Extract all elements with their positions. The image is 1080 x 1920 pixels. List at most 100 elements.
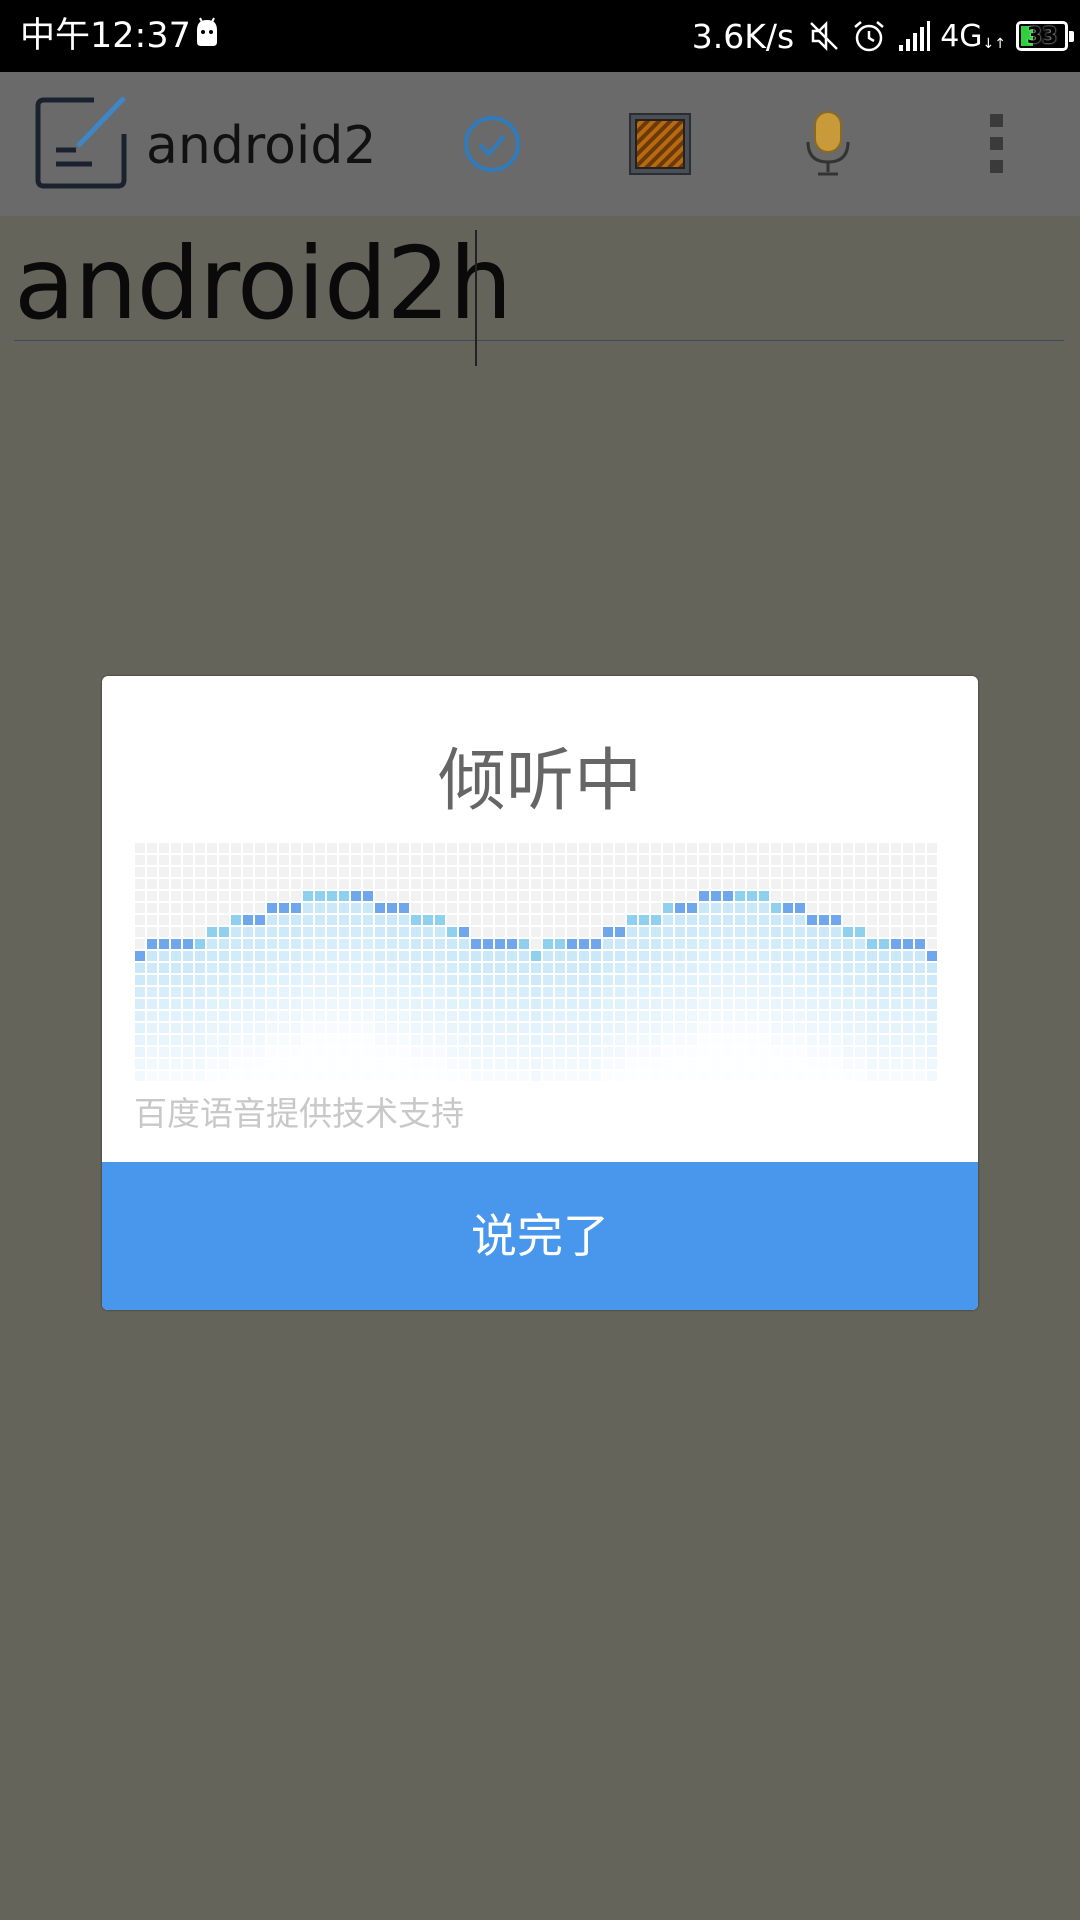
wave-cell: [159, 1059, 169, 1069]
wave-cell: [159, 1011, 169, 1021]
wave-cell: [759, 975, 769, 985]
wave-cell: [219, 1011, 229, 1021]
wave-cell: [255, 1047, 265, 1057]
wave-cell: [315, 855, 325, 865]
wave-cell: [543, 951, 553, 961]
wave-cell: [579, 1023, 589, 1033]
wave-cell: [567, 1023, 577, 1033]
microphone-icon[interactable]: [792, 108, 864, 180]
wave-cell: [567, 915, 577, 925]
wave-cell: [207, 963, 217, 973]
wave-cell: [759, 915, 769, 925]
wave-cell: [507, 867, 517, 877]
wave-cell: [639, 987, 649, 997]
wave-cell: [423, 1047, 433, 1057]
wave-cell: [663, 963, 673, 973]
wave-cell: [411, 1035, 421, 1045]
wave-cell: [435, 915, 445, 925]
wave-cell: [207, 915, 217, 925]
wave-cell: [135, 891, 145, 901]
wave-cell: [543, 867, 553, 877]
crate-icon[interactable]: [624, 108, 696, 180]
wave-cell: [411, 1047, 421, 1057]
wave-cell: [855, 963, 865, 973]
wave-cell: [339, 1035, 349, 1045]
wave-cell: [711, 1059, 721, 1069]
wave-cell: [195, 1011, 205, 1021]
wave-cell: [147, 951, 157, 961]
wave-cell: [831, 939, 841, 949]
wave-cell: [423, 1035, 433, 1045]
wave-cell: [495, 915, 505, 925]
wave-cell: [603, 879, 613, 889]
wave-cell: [819, 1059, 829, 1069]
wave-cell: [687, 927, 697, 937]
wave-cell: [207, 939, 217, 949]
wave-cell: [699, 963, 709, 973]
wave-cell: [723, 1059, 733, 1069]
wave-cell: [183, 1035, 193, 1045]
wave-cell: [159, 1023, 169, 1033]
wave-cell: [687, 999, 697, 1009]
wave-cell: [759, 999, 769, 1009]
wave-cell: [363, 1035, 373, 1045]
wave-cell: [255, 987, 265, 997]
wave-cell: [363, 987, 373, 997]
wave-cell: [507, 1023, 517, 1033]
wave-cell: [555, 1059, 565, 1069]
wave-cell: [435, 867, 445, 877]
wave-cell: [639, 903, 649, 913]
wave-cell: [183, 963, 193, 973]
text-input[interactable]: android2h: [14, 226, 1064, 342]
wave-cell: [171, 1071, 181, 1081]
wave-cell: [195, 939, 205, 949]
wave-cell: [663, 843, 673, 853]
wave-cell: [687, 939, 697, 949]
wave-cell: [819, 1071, 829, 1081]
wave-cell: [315, 915, 325, 925]
wave-cell: [279, 903, 289, 913]
wave-cell: [735, 843, 745, 853]
wave-cell: [699, 915, 709, 925]
wave-cell: [195, 987, 205, 997]
wave-cell: [435, 999, 445, 1009]
wave-cell: [219, 891, 229, 901]
wave-cell: [879, 1059, 889, 1069]
wave-cell: [915, 963, 925, 973]
wave-cell: [927, 951, 937, 961]
wave-cell: [675, 1059, 685, 1069]
wave-cell: [231, 891, 241, 901]
wave-cell: [591, 963, 601, 973]
wave-cell: [207, 1023, 217, 1033]
wave-cell: [507, 1059, 517, 1069]
wave-cell: [819, 987, 829, 997]
wave-cell: [879, 987, 889, 997]
wave-cell: [843, 1071, 853, 1081]
overflow-menu-icon[interactable]: [960, 108, 1032, 180]
wave-cell: [783, 891, 793, 901]
wave-cell: [255, 927, 265, 937]
wave-cell: [495, 1047, 505, 1057]
wave-cell: [507, 891, 517, 901]
wave-cell: [747, 903, 757, 913]
check-icon[interactable]: [456, 108, 528, 180]
wave-cell: [483, 999, 493, 1009]
action-bar: android2: [0, 72, 1080, 216]
wave-cell: [843, 1023, 853, 1033]
wave-cell: [435, 879, 445, 889]
wave-cell: [687, 1035, 697, 1045]
wave-cell: [519, 855, 529, 865]
finish-speaking-button[interactable]: 说完了: [102, 1162, 978, 1310]
wave-cell: [579, 855, 589, 865]
wave-cell: [867, 927, 877, 937]
wave-cell: [747, 843, 757, 853]
wave-cell: [663, 987, 673, 997]
wave-cell: [399, 1035, 409, 1045]
wave-cell: [495, 975, 505, 985]
wave-cell: [591, 1047, 601, 1057]
wave-cell: [639, 1035, 649, 1045]
wave-cell: [591, 903, 601, 913]
wave-cell: [543, 1023, 553, 1033]
wave-cell: [255, 903, 265, 913]
wave-cell: [663, 1071, 673, 1081]
